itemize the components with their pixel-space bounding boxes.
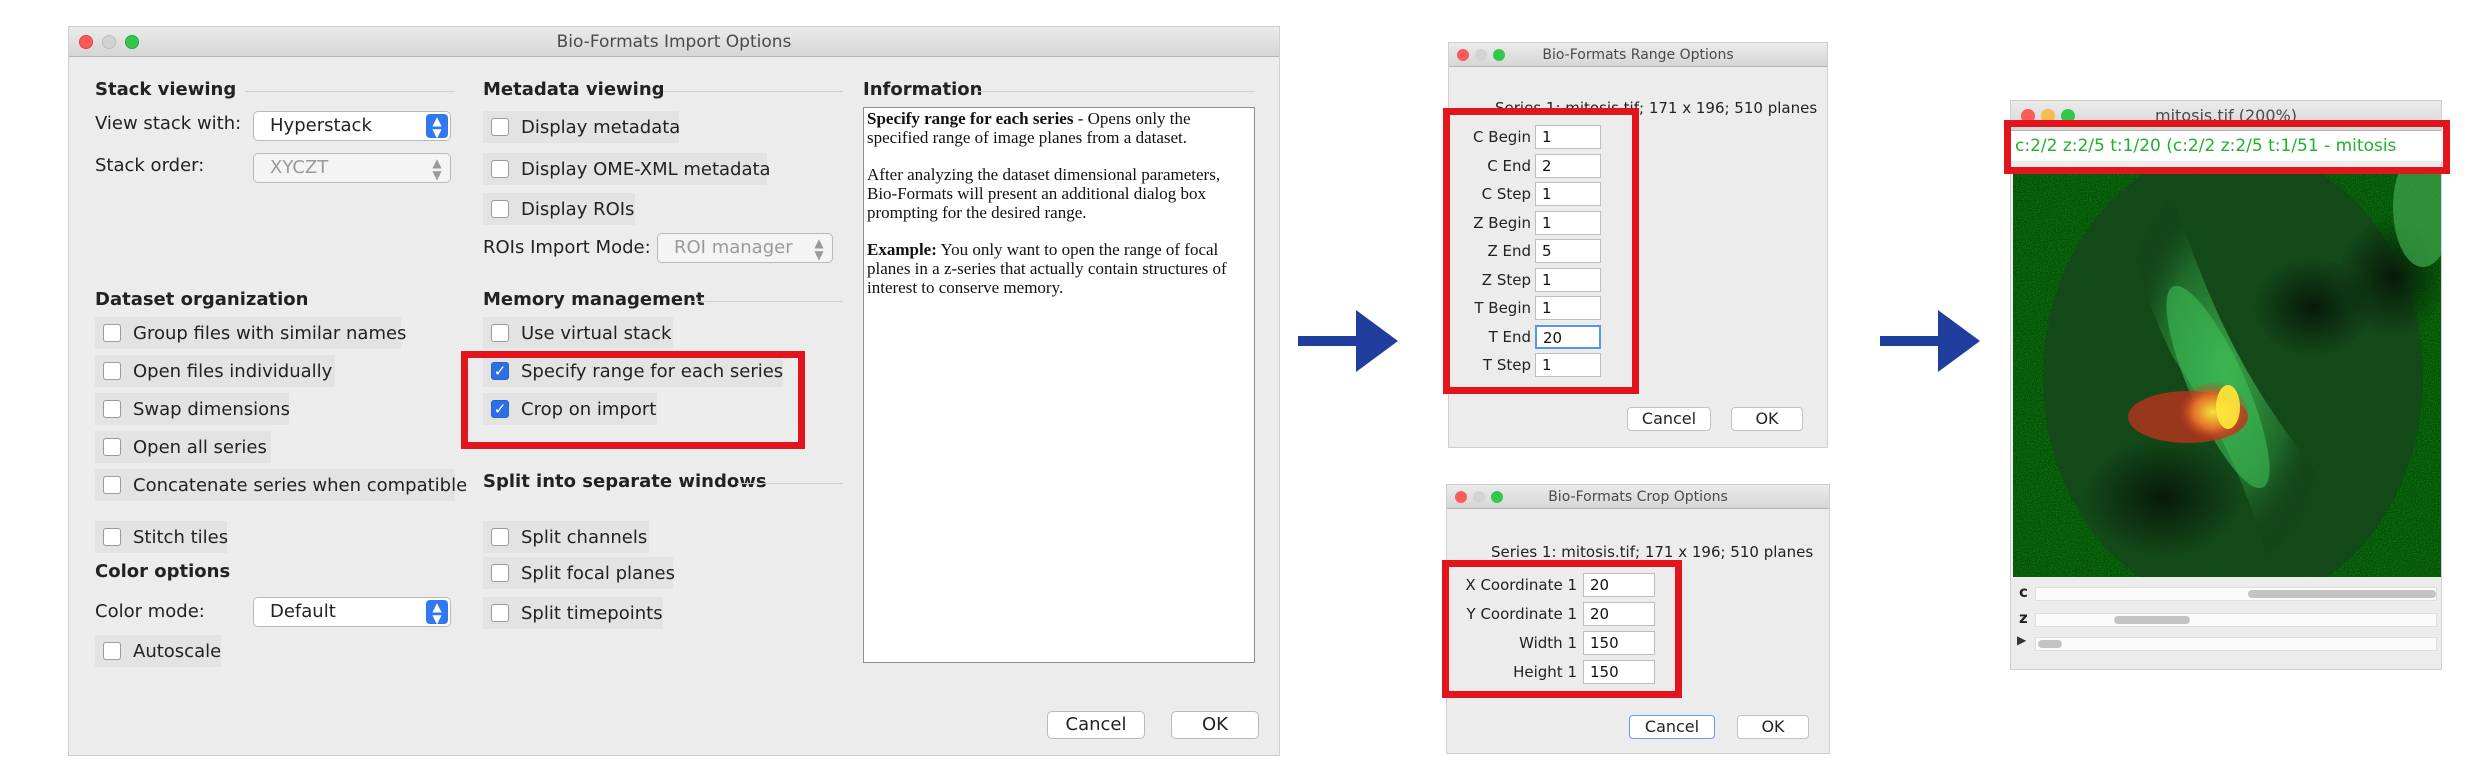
swap-dimensions-checkbox[interactable]: Swap dimensions	[95, 393, 290, 425]
checkbox-box	[491, 200, 509, 218]
microscopy-image[interactable]	[2013, 167, 2441, 577]
channel-slider[interactable]	[2035, 587, 2437, 601]
arrow-right-icon	[1298, 310, 1398, 372]
select-arrows-icon: ▲ ▼	[814, 236, 824, 262]
import-cancel-button[interactable]: Cancel	[1047, 711, 1145, 739]
stack-order-select[interactable]: XYCZT ▲ ▼	[253, 153, 451, 183]
z-slider-label: z	[2019, 609, 2028, 627]
color-mode-select[interactable]: Default ▲ ▼	[253, 597, 451, 627]
memory-management-heading: Memory management	[483, 289, 843, 310]
split-timepoints-checkbox[interactable]: Split timepoints	[483, 597, 663, 629]
import-dialog-titlebar: Bio-Formats Import Options	[69, 27, 1279, 57]
checkbox-box	[103, 476, 121, 494]
stitch-tiles-checkbox[interactable]: Stitch tiles	[95, 521, 228, 553]
select-arrows-icon: ▲ ▼	[426, 600, 448, 625]
rois-import-mode-select[interactable]: ROI manager ▲ ▼	[657, 233, 833, 263]
range-cancel-button[interactable]: Cancel	[1627, 407, 1711, 431]
range-dialog-titlebar: Bio-Formats Range Options	[1449, 43, 1827, 67]
z-slider-thumb[interactable]	[2114, 616, 2190, 624]
image-window: mitosis.tif (200%) c:2/2 z:2/5 t:1/20 (c…	[2010, 100, 2443, 670]
checkbox-box	[103, 400, 121, 418]
dataset-organization-heading: Dataset organization	[95, 289, 309, 310]
color-options-heading: Color options	[95, 561, 231, 582]
channel-slider-thumb[interactable]	[2248, 590, 2436, 598]
minimize-window-icon[interactable]	[102, 35, 116, 49]
range-fields-highlight	[1443, 108, 1639, 394]
image-info-highlight	[2004, 120, 2450, 174]
crop-ok-button[interactable]: OK	[1737, 715, 1809, 739]
checkbox-box	[103, 642, 121, 660]
checkbox-box	[103, 362, 121, 380]
import-options-dialog: Bio-Formats Import Options Stack viewing…	[68, 26, 1280, 756]
display-rois-checkbox[interactable]: Display ROIs	[483, 193, 635, 225]
close-window-icon[interactable]	[79, 35, 93, 49]
import-ok-button[interactable]: OK	[1171, 711, 1259, 739]
range-ok-button[interactable]: OK	[1731, 407, 1803, 431]
display-metadata-checkbox[interactable]: Display metadata	[483, 111, 680, 143]
play-animation-icon[interactable]: ▶	[2017, 633, 2026, 647]
zoom-window-icon[interactable]	[1491, 491, 1503, 503]
split-channels-checkbox[interactable]: Split channels	[483, 521, 649, 553]
arrow-right-icon	[1880, 310, 1980, 372]
memory-options-highlight	[461, 351, 805, 449]
view-stack-label: View stack with:	[95, 113, 242, 134]
minimize-window-icon[interactable]	[1475, 49, 1487, 61]
group-files-checkbox[interactable]: Group files with similar names	[95, 317, 406, 349]
info-paragraph: After analyzing the dataset dimensional …	[867, 165, 1221, 222]
concatenate-series-checkbox[interactable]: Concatenate series when compatible	[95, 469, 467, 501]
zoom-window-icon[interactable]	[1493, 49, 1505, 61]
display-ome-xml-checkbox[interactable]: Display OME-XML metadata	[483, 153, 771, 185]
import-dialog-title: Bio-Formats Import Options	[556, 32, 792, 52]
zoom-window-icon[interactable]	[125, 35, 139, 49]
checkbox-box	[103, 528, 121, 546]
information-heading: Information	[863, 79, 1255, 100]
close-window-icon[interactable]	[1455, 491, 1467, 503]
split-focal-planes-checkbox[interactable]: Split focal planes	[483, 557, 675, 589]
checkbox-box	[491, 528, 509, 546]
t-slider-thumb[interactable]	[2038, 640, 2062, 648]
checkbox-box	[491, 118, 509, 136]
z-slider[interactable]	[2035, 613, 2437, 627]
select-arrows-icon: ▲ ▼	[432, 156, 442, 182]
open-files-individually-checkbox[interactable]: Open files individually	[95, 355, 335, 387]
stack-viewing-heading: Stack viewing	[95, 79, 455, 100]
open-all-series-checkbox[interactable]: Open all series	[95, 431, 271, 463]
checkbox-box	[491, 160, 509, 178]
t-slider[interactable]	[2035, 637, 2437, 651]
checkbox-box	[491, 564, 509, 582]
autoscale-checkbox[interactable]: Autoscale	[95, 635, 221, 667]
crop-fields-highlight	[1442, 560, 1682, 698]
crop-dialog-title: Bio-Formats Crop Options	[1548, 489, 1728, 505]
color-mode-label: Color mode:	[95, 601, 205, 622]
checkbox-box	[491, 604, 509, 622]
rois-import-mode-label: ROIs Import Mode:	[483, 237, 651, 258]
range-dialog-title: Bio-Formats Range Options	[1542, 47, 1734, 63]
use-virtual-stack-checkbox[interactable]: Use virtual stack	[483, 317, 673, 349]
channel-slider-label: c	[2019, 583, 2028, 601]
close-window-icon[interactable]	[1457, 49, 1469, 61]
metadata-viewing-heading: Metadata viewing	[483, 79, 843, 100]
checkbox-box	[103, 324, 121, 342]
information-panel: Specify range for each series - Opens on…	[863, 107, 1255, 663]
split-windows-heading: Split into separate windows	[483, 471, 843, 492]
info-title: Specify range for each series	[867, 109, 1074, 128]
crop-dialog-titlebar: Bio-Formats Crop Options	[1447, 485, 1829, 509]
crop-series-info: Series 1: mitosis.tif; 171 x 196; 510 pl…	[1491, 543, 1814, 561]
select-arrows-icon: ▲ ▼	[426, 114, 448, 139]
crop-cancel-button[interactable]: Cancel	[1629, 715, 1715, 739]
stack-order-label: Stack order:	[95, 155, 205, 176]
checkbox-box	[491, 324, 509, 342]
info-example-label: Example:	[867, 240, 937, 259]
checkbox-box	[103, 438, 121, 456]
minimize-window-icon[interactable]	[1473, 491, 1485, 503]
view-stack-select[interactable]: Hyperstack ▲ ▼	[253, 111, 451, 141]
